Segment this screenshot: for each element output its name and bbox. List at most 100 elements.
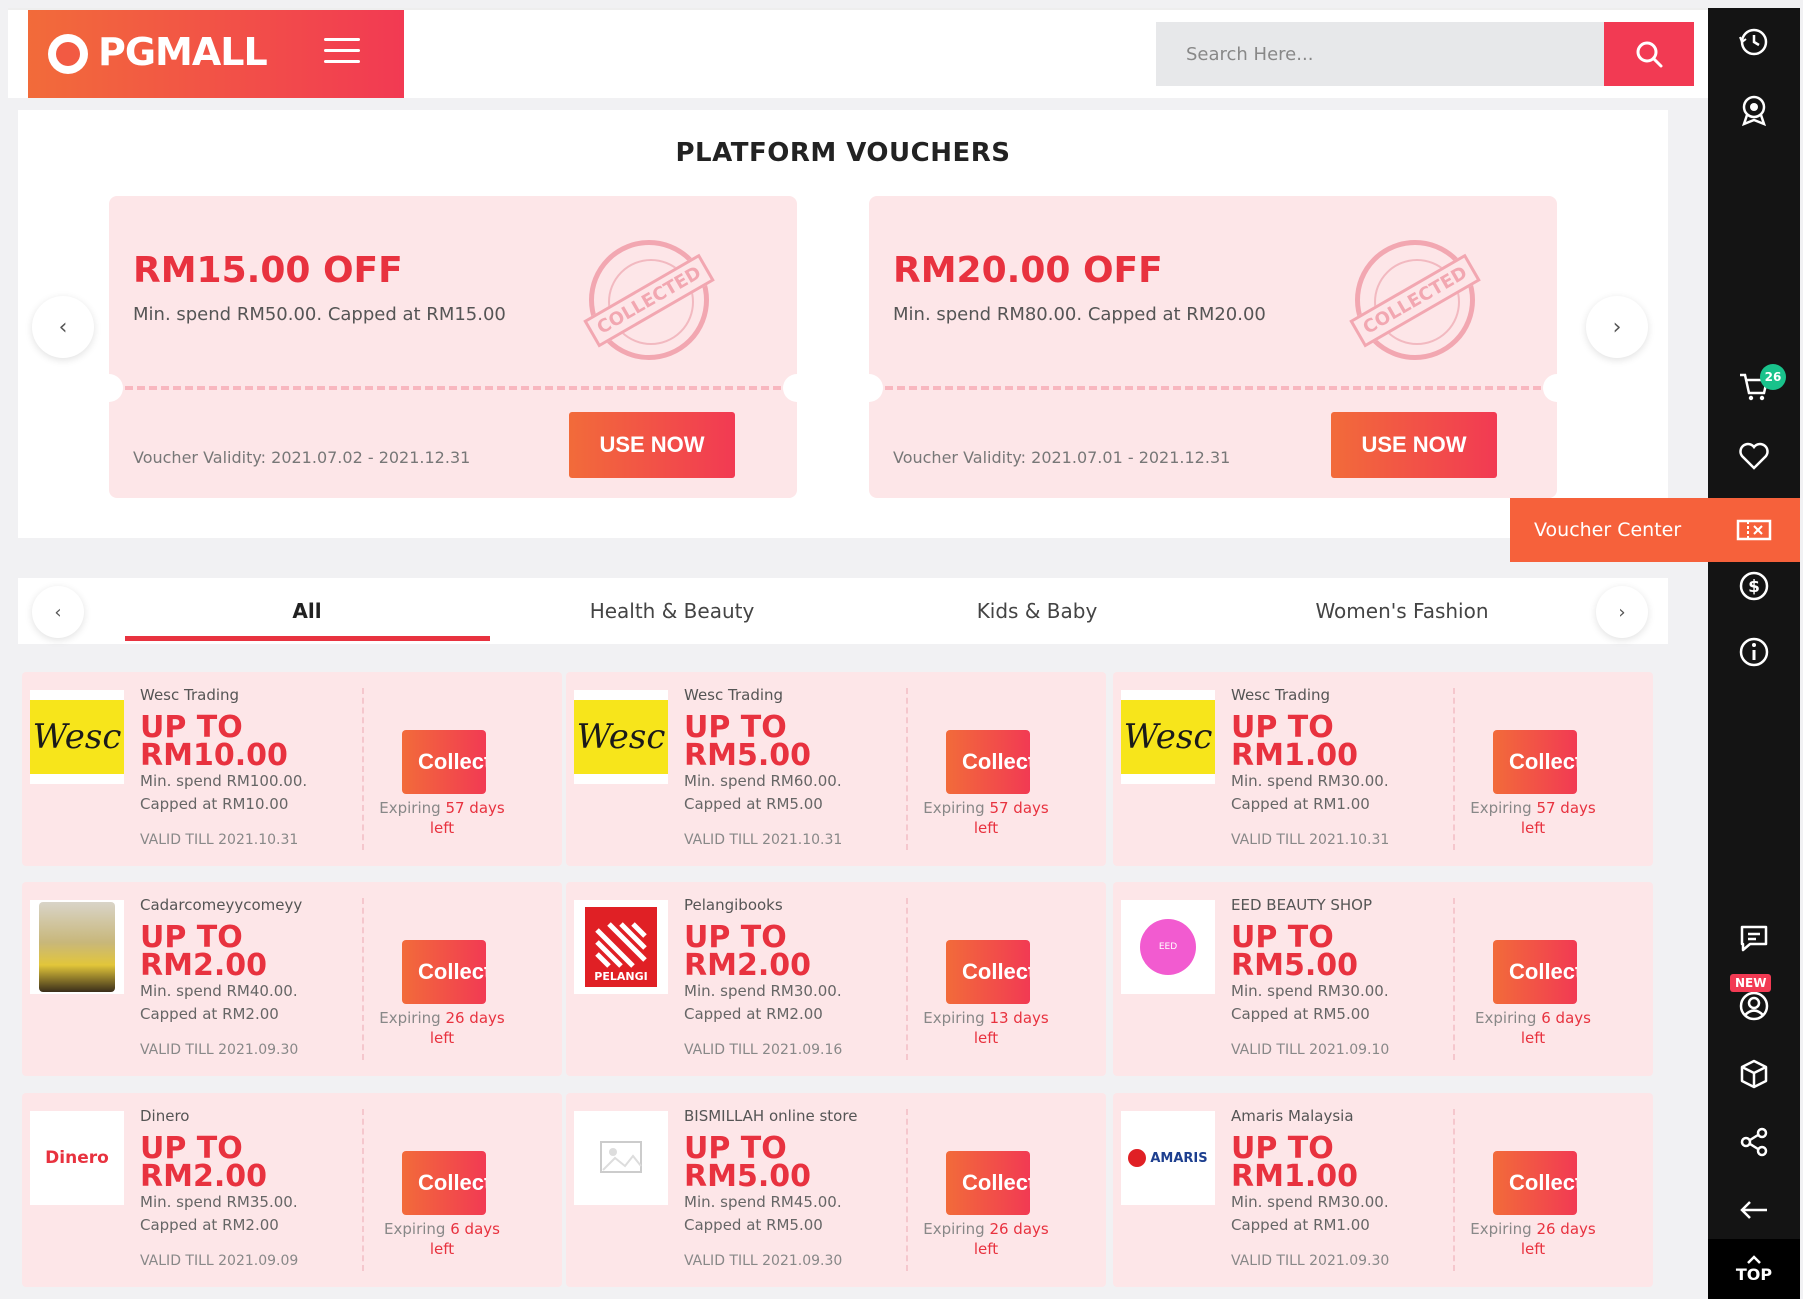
dollar-button[interactable]: $: [1708, 556, 1800, 616]
menu-icon[interactable]: [324, 38, 360, 66]
ticket-divider: [362, 1109, 364, 1271]
voucher-amount: UP TO RM2.00: [684, 920, 811, 983]
shop-logo[interactable]: Wesc: [574, 690, 668, 784]
collect-button[interactable]: Collect: [1493, 1151, 1577, 1215]
orders-button[interactable]: [1708, 1044, 1800, 1104]
shop-name[interactable]: Pelangibooks: [684, 896, 783, 914]
expiry-suffix: left: [1520, 819, 1546, 837]
history-icon: [1739, 28, 1768, 56]
collect-button[interactable]: Collect: [402, 940, 486, 1004]
wishlist-button[interactable]: [1708, 426, 1800, 486]
shop-logo[interactable]: EED: [1121, 900, 1215, 994]
account-button[interactable]: NEW: [1708, 974, 1800, 1036]
logo-bar: PGMALL: [28, 10, 404, 98]
voucher-condition: Min. spend RM50.00. Capped at RM15.00: [133, 304, 506, 325]
stamp-text: COLLECTED: [1349, 252, 1481, 348]
shop-name[interactable]: Cadarcomeyycomeyy: [140, 896, 302, 914]
share-button[interactable]: [1708, 1112, 1800, 1172]
collect-button[interactable]: Collect: [402, 730, 486, 794]
cap: Capped at RM5.00: [1231, 1005, 1370, 1023]
category-tabs: ‹ All Health & Beauty Kids & Baby Women'…: [18, 578, 1668, 644]
cap: Capped at RM5.00: [684, 795, 823, 813]
shop-name[interactable]: Wesc Trading: [1231, 686, 1330, 704]
voucher-center-button[interactable]: [1708, 498, 1800, 562]
expiry-prefix: Expiring: [1470, 1220, 1532, 1238]
ticket-divider: [125, 386, 781, 390]
expiry-suffix: left: [429, 819, 455, 837]
voucher-validity: Voucher Validity: 2021.07.01 - 2021.12.3…: [893, 448, 1231, 467]
platform-voucher-card: RM20.00 OFF Min. spend RM80.00. Capped a…: [855, 196, 1571, 498]
min-spend: Min. spend RM60.00.: [684, 772, 842, 790]
shop-logo[interactable]: Wesc: [1121, 690, 1215, 784]
history-button[interactable]: [1708, 12, 1800, 72]
rewards-button[interactable]: [1708, 80, 1800, 140]
tab-all[interactable]: All: [122, 578, 492, 644]
tabs-prev-button[interactable]: ‹: [32, 586, 84, 638]
expiry-suffix: left: [973, 819, 999, 837]
box-icon: [1740, 1059, 1768, 1089]
collect-button[interactable]: Collect: [946, 940, 1030, 1004]
shop-name[interactable]: Wesc Trading: [140, 686, 239, 704]
expiry-suffix: left: [429, 1029, 455, 1047]
voucher-condition: Min. spend RM30.00. Capped at RM1.00: [1231, 770, 1441, 816]
min-spend: Min. spend RM30.00.: [1231, 772, 1389, 790]
search-input[interactable]: [1156, 22, 1596, 86]
shop-name[interactable]: Dinero: [140, 1107, 189, 1125]
voucher-condition: Min. spend RM30.00. Capped at RM1.00: [1231, 1191, 1441, 1237]
back-to-top-button[interactable]: TOP: [1708, 1239, 1800, 1299]
voucher-center-flyout[interactable]: Voucher Center: [1510, 498, 1708, 562]
voucher-amount: UP TO RM5.00: [684, 710, 811, 773]
logo-text[interactable]: PGMALL: [98, 30, 268, 74]
ticket-divider: [362, 688, 364, 850]
voucher-amount: UP TO RM2.00: [140, 920, 267, 983]
prev-arrow-button[interactable]: ‹: [32, 296, 94, 358]
expiry-suffix: left: [429, 1240, 455, 1258]
collect-button[interactable]: Collect: [1493, 730, 1577, 794]
user-icon: [1739, 991, 1769, 1021]
min-spend: Min. spend RM30.00.: [1231, 982, 1389, 1000]
shop-logo[interactable]: Dinero: [30, 1111, 124, 1205]
shop-name[interactable]: Wesc Trading: [684, 686, 783, 704]
platform-vouchers-section: PLATFORM VOUCHERS ‹ › RM15.00 OFF Min. s…: [18, 110, 1668, 538]
use-now-button[interactable]: USE NOW: [569, 412, 735, 478]
collect-button[interactable]: Collect: [946, 1151, 1030, 1215]
expiry-prefix: Expiring: [923, 799, 985, 817]
search-button[interactable]: [1604, 22, 1694, 86]
ticket-notch: [855, 374, 883, 402]
tab-health-beauty[interactable]: Health & Beauty: [487, 578, 857, 644]
expiry-days: 13 days: [989, 1009, 1049, 1027]
active-tab-indicator: [125, 636, 490, 641]
platform-voucher-card: RM15.00 OFF Min. spend RM50.00. Capped a…: [95, 196, 811, 498]
collect-button[interactable]: Collect: [1493, 940, 1577, 1004]
cart-button[interactable]: 26: [1708, 356, 1800, 416]
next-arrow-button[interactable]: ›: [1586, 296, 1648, 358]
shop-logo[interactable]: [574, 1111, 668, 1205]
tabs-next-button[interactable]: ›: [1596, 586, 1648, 638]
shop-logo[interactable]: [30, 900, 124, 994]
voucher-amount: UP TO RM2.00: [140, 1131, 267, 1194]
shop-voucher-card: AMARIS Amaris Malaysia UP TO RM1.00 Min. sp…: [1113, 1093, 1653, 1287]
logo-text: Wesc: [1121, 700, 1215, 774]
shop-name[interactable]: EED BEAUTY SHOP: [1231, 896, 1372, 914]
back-button[interactable]: [1708, 1180, 1800, 1240]
use-now-button[interactable]: USE NOW: [1331, 412, 1497, 478]
cap: Capped at RM10.00: [140, 795, 289, 813]
collect-button[interactable]: Collect: [946, 730, 1030, 794]
chat-button[interactable]: [1708, 908, 1800, 968]
expiry-days: 57 days: [989, 799, 1049, 817]
valid-till: VALID TILL 2021.10.31: [1231, 832, 1390, 848]
collected-stamp-icon: COLLECTED: [1349, 240, 1481, 360]
tab-womens-fashion[interactable]: Women's Fashion: [1217, 578, 1587, 644]
ticket-divider: [1453, 1109, 1455, 1271]
pgmall-logo-icon[interactable]: [48, 34, 88, 74]
info-button[interactable]: [1708, 622, 1800, 682]
tab-kids-baby[interactable]: Kids & Baby: [852, 578, 1222, 644]
shop-voucher-card: Wesc Wesc Trading UP TO RM1.00 Min. spend R…: [1113, 672, 1653, 866]
svg-text:$: $: [1748, 577, 1760, 597]
shop-logo[interactable]: Wesc: [30, 690, 124, 784]
shop-name[interactable]: BISMILLAH online store: [684, 1107, 857, 1125]
shop-name[interactable]: Amaris Malaysia: [1231, 1107, 1354, 1125]
collect-button[interactable]: Collect: [402, 1151, 486, 1215]
shop-logo[interactable]: PELANGI: [574, 900, 668, 994]
shop-logo[interactable]: AMARIS: [1121, 1111, 1215, 1205]
